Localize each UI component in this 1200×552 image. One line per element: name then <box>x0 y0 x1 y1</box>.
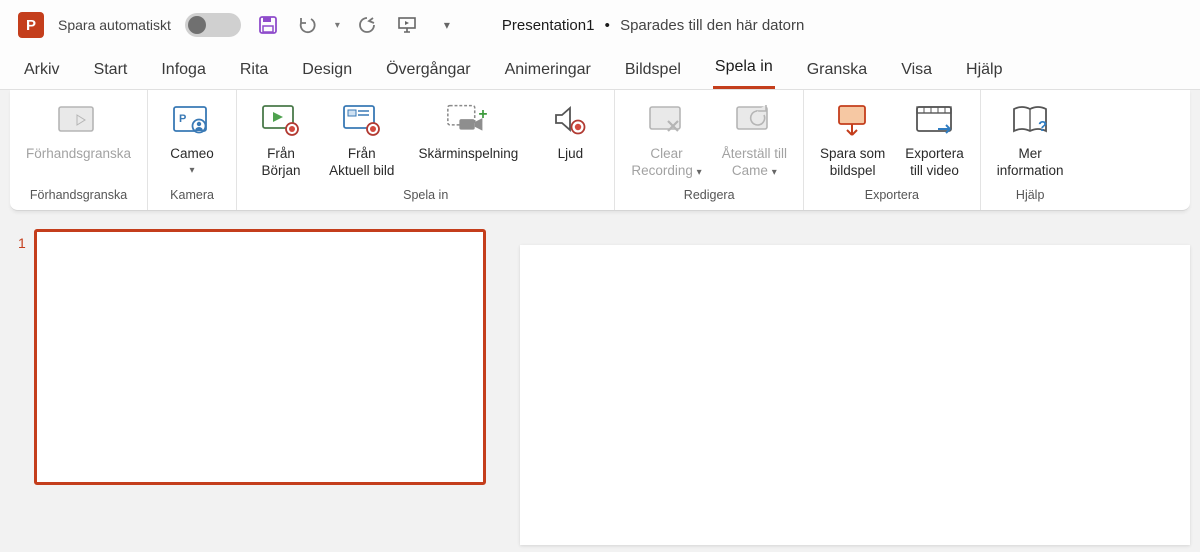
redo-button[interactable] <box>354 12 380 38</box>
tab-design[interactable]: Design <box>300 61 354 89</box>
chevron-down-icon: ▾ <box>697 167 702 178</box>
save-icon <box>258 15 278 35</box>
slide-thumbnail-1[interactable] <box>34 229 486 485</box>
thumbnail-pane: 1 <box>0 211 510 543</box>
undo-icon <box>297 15 319 35</box>
slide-canvas[interactable] <box>520 245 1190 545</box>
more-info-button[interactable]: ? Mer information <box>991 98 1070 182</box>
clear-recording-button: Clear Recording ▾ <box>625 98 707 182</box>
title-bar: P Spara automatiskt ▾ ▾ Presentation1 • <box>0 0 1200 50</box>
presentation-icon <box>396 15 418 35</box>
redo-icon <box>357 15 377 35</box>
reset-to-cameo-icon <box>731 101 777 141</box>
thumbnail-number: 1 <box>18 235 26 251</box>
cameo-button[interactable]: P Cameo ▾ <box>158 98 226 178</box>
svg-text:?: ? <box>1038 118 1047 135</box>
tab-infoga[interactable]: Infoga <box>159 61 207 89</box>
audio-label: Ljud <box>558 146 584 163</box>
reset-to-cameo-label: Återställ till Came ▾ <box>722 146 787 180</box>
screen-recording-icon: + <box>444 101 492 141</box>
cameo-icon: P <box>170 101 214 141</box>
tab-overgangar[interactable]: Övergångar <box>384 61 473 89</box>
export-to-video-icon <box>912 101 958 141</box>
preview-icon <box>55 101 103 141</box>
ribbon-tabs: Arkiv Start Infoga Rita Design Övergånga… <box>0 50 1200 90</box>
save-as-slideshow-label: Spara som bildspel <box>820 146 885 180</box>
document-title: Presentation1 <box>502 17 595 34</box>
cameo-label: Cameo <box>170 146 214 163</box>
tab-hjalp[interactable]: Hjälp <box>964 61 1004 89</box>
group-forhandsgranska: Förhandsgranska Förhandsgranska <box>10 90 147 210</box>
tab-spela-in[interactable]: Spela in <box>713 58 775 89</box>
editor-area: 1 <box>0 211 1200 543</box>
chevron-down-icon: ▾ <box>190 165 195 176</box>
help-book-icon: ? <box>1008 101 1052 141</box>
save-button[interactable] <box>255 12 281 38</box>
document-title-area[interactable]: Presentation1 • Sparades till den här da… <box>502 17 804 34</box>
group-kamera: P Cameo ▾ Kamera <box>147 90 236 210</box>
autosave-label: Spara automatiskt <box>58 17 171 33</box>
group-spela-in: Från Början Från Aktuell bild <box>236 90 614 210</box>
group-label-spela-in: Spela in <box>247 182 604 206</box>
group-label-kamera: Kamera <box>158 182 226 206</box>
svg-text:+: + <box>479 106 488 123</box>
more-info-label: Mer information <box>997 146 1064 180</box>
tab-rita[interactable]: Rita <box>238 61 270 89</box>
title-separator: • <box>605 17 610 34</box>
present-from-start-button[interactable] <box>394 12 420 38</box>
tab-granska[interactable]: Granska <box>805 61 869 89</box>
svg-text:P: P <box>179 113 186 125</box>
group-redigera: Clear Recording ▾ Återställ till Came ▾ … <box>614 90 803 210</box>
screen-recording-button[interactable]: + Skärminspelning <box>408 98 528 165</box>
save-as-slideshow-icon <box>831 101 875 141</box>
document-save-status: Sparades till den här datorn <box>620 17 804 34</box>
reset-to-cameo-button: Återställ till Came ▾ <box>716 98 793 182</box>
export-to-video-label: Exportera till video <box>905 146 964 180</box>
ribbon: Förhandsgranska Förhandsgranska P Cameo … <box>10 90 1190 211</box>
record-from-current-icon <box>339 101 385 141</box>
record-from-beginning-icon <box>258 101 304 141</box>
clear-recording-icon <box>644 101 690 141</box>
group-label-forhandsgranska: Förhandsgranska <box>20 182 137 206</box>
customize-qat-button[interactable]: ▾ <box>434 12 460 38</box>
record-from-current-button[interactable]: Från Aktuell bild <box>323 98 400 182</box>
preview-label: Förhandsgranska <box>26 146 131 163</box>
autosave-toggle[interactable] <box>185 13 241 37</box>
group-label-hjalp: Hjälp <box>991 182 1070 206</box>
app-icon: P <box>18 12 44 38</box>
save-as-slideshow-button[interactable]: Spara som bildspel <box>814 98 891 182</box>
group-label-exportera: Exportera <box>814 182 970 206</box>
audio-button[interactable]: Ljud <box>536 98 604 165</box>
slide-pane <box>510 211 1200 543</box>
preview-button: Förhandsgranska <box>20 98 137 165</box>
tab-bildspel[interactable]: Bildspel <box>623 61 683 89</box>
record-from-current-label: Från Aktuell bild <box>329 146 394 180</box>
group-label-redigera: Redigera <box>625 182 793 206</box>
record-from-beginning-label: Från Början <box>262 146 301 180</box>
group-hjalp: ? Mer information Hjälp <box>980 90 1080 210</box>
tab-start[interactable]: Start <box>92 61 130 89</box>
tab-arkiv[interactable]: Arkiv <box>22 61 62 89</box>
screen-recording-label: Skärminspelning <box>418 146 518 163</box>
clear-recording-label: Clear Recording ▾ <box>631 146 701 180</box>
group-exportera: Spara som bildspel Exportera till video … <box>803 90 980 210</box>
audio-icon <box>548 101 592 141</box>
export-to-video-button[interactable]: Exportera till video <box>899 98 970 182</box>
undo-button[interactable] <box>295 12 321 38</box>
tab-animeringar[interactable]: Animeringar <box>503 61 593 89</box>
undo-dropdown-caret[interactable]: ▾ <box>335 20 340 31</box>
chevron-down-icon: ▾ <box>772 167 777 178</box>
record-from-beginning-button[interactable]: Från Början <box>247 98 315 182</box>
tab-visa[interactable]: Visa <box>899 61 934 89</box>
